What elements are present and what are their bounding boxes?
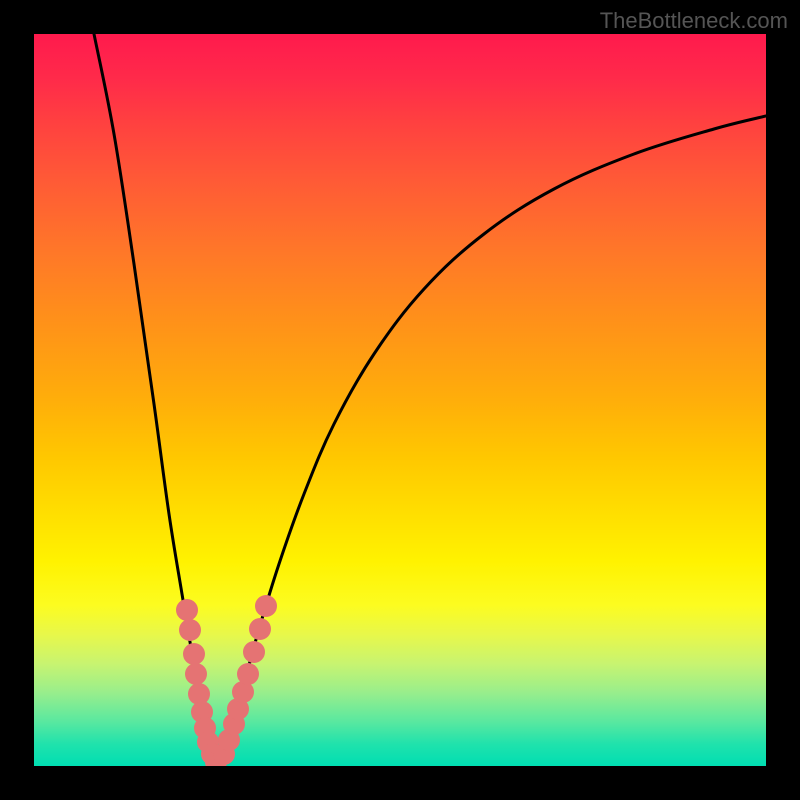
- data-point: [255, 595, 277, 617]
- chart-svg: [34, 34, 766, 766]
- data-point: [237, 663, 259, 685]
- watermark-text: TheBottleneck.com: [600, 8, 788, 34]
- data-point: [176, 599, 198, 621]
- data-point: [249, 618, 271, 640]
- chart-container: TheBottleneck.com: [0, 0, 800, 800]
- data-points-right: [213, 595, 277, 765]
- curve-right: [217, 116, 766, 766]
- data-point: [179, 619, 201, 641]
- data-point: [183, 643, 205, 665]
- data-point: [185, 663, 207, 685]
- data-point: [243, 641, 265, 663]
- chart-plot-area: [34, 34, 766, 766]
